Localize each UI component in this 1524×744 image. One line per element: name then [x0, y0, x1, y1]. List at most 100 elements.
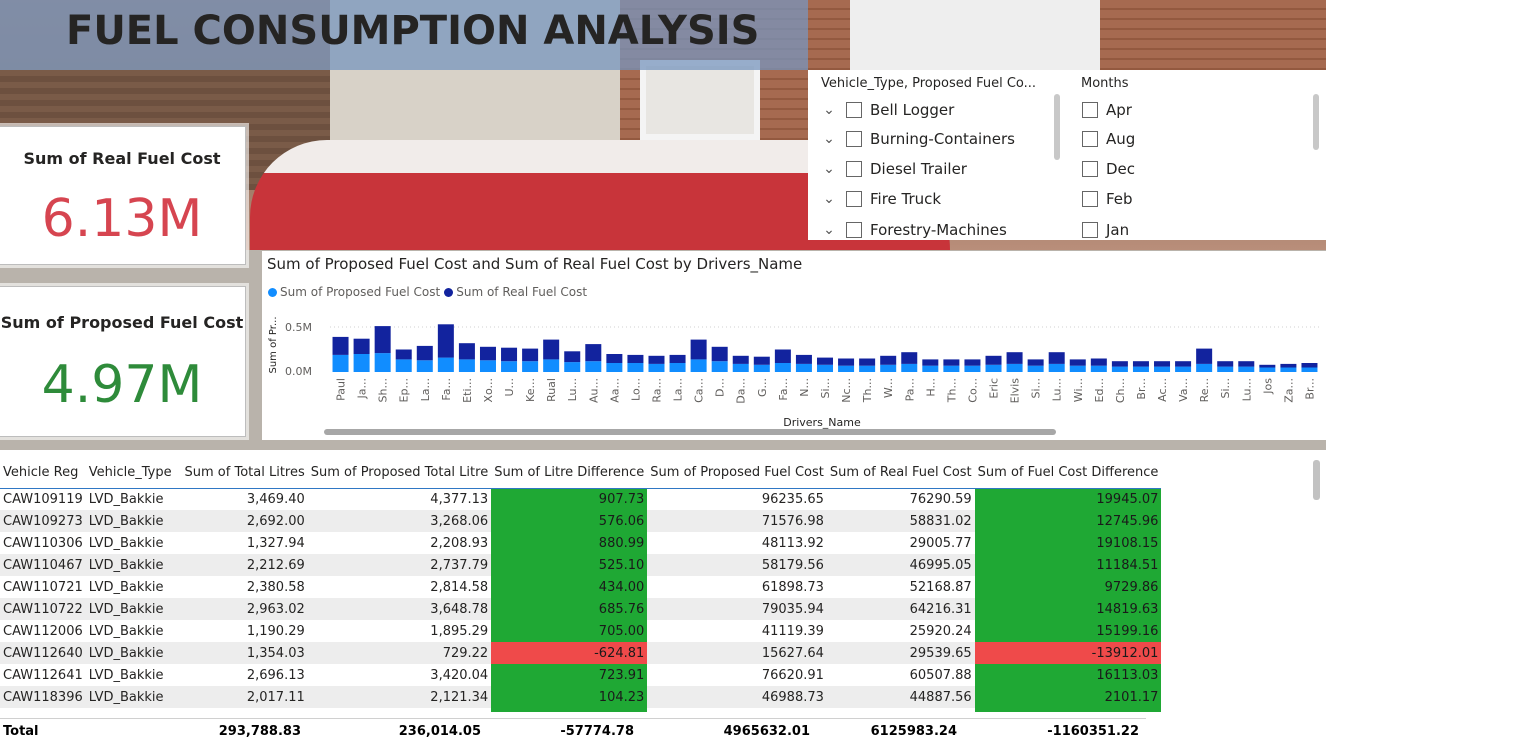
- bar-real[interactable]: [501, 347, 518, 362]
- bar-real[interactable]: [838, 358, 855, 366]
- column-header[interactable]: Vehicle_Type: [85, 458, 180, 489]
- bar-real[interactable]: [1280, 363, 1297, 368]
- bar-real[interactable]: [795, 354, 812, 364]
- chevron-down-icon[interactable]: ⌄: [820, 131, 838, 147]
- bar-proposed[interactable]: [437, 357, 454, 372]
- bar-real[interactable]: [690, 339, 707, 360]
- bar-proposed[interactable]: [585, 361, 602, 372]
- checkbox[interactable]: [846, 161, 862, 177]
- bar-proposed[interactable]: [774, 363, 791, 372]
- bar-real[interactable]: [985, 355, 1002, 365]
- checkbox[interactable]: [1082, 161, 1098, 177]
- slicer-item-apr[interactable]: Apr: [1074, 97, 1132, 123]
- bar-real[interactable]: [1090, 358, 1107, 366]
- column-header[interactable]: Sum of Total Litres: [179, 458, 308, 489]
- bar-real[interactable]: [437, 324, 454, 358]
- bar-real[interactable]: [564, 351, 581, 363]
- column-header[interactable]: Sum of Proposed Fuel Cost: [647, 458, 827, 489]
- column-header[interactable]: Sum of Proposed Total Litre: [307, 458, 492, 489]
- bar-real[interactable]: [332, 336, 349, 355]
- bar-proposed[interactable]: [1069, 365, 1086, 372]
- chevron-down-icon[interactable]: ⌄: [820, 161, 838, 177]
- bar-proposed[interactable]: [838, 365, 855, 372]
- bar-proposed[interactable]: [501, 361, 518, 372]
- bar-real[interactable]: [1069, 359, 1086, 366]
- bar-real[interactable]: [1259, 364, 1276, 368]
- bar-proposed[interactable]: [564, 362, 581, 372]
- bar-proposed[interactable]: [353, 354, 370, 372]
- bar-proposed[interactable]: [627, 363, 644, 372]
- bar-proposed[interactable]: [859, 365, 876, 372]
- checkbox[interactable]: [846, 222, 862, 238]
- bar-real[interactable]: [374, 326, 391, 354]
- bar-proposed[interactable]: [1027, 365, 1044, 372]
- checkbox[interactable]: [846, 102, 862, 118]
- bar-real[interactable]: [753, 356, 770, 365]
- bar-proposed[interactable]: [732, 363, 749, 372]
- table-row[interactable]: CAW109119 LVD_Bakkie 3,469.40 4,377.13 907.7…: [0, 488, 1162, 510]
- bar-real[interactable]: [585, 344, 602, 362]
- bar-proposed[interactable]: [1238, 366, 1255, 372]
- bar-proposed[interactable]: [479, 360, 496, 372]
- bar-real[interactable]: [1048, 352, 1065, 364]
- kpi-card-proposed-fuel-cost[interactable]: Sum of Proposed Fuel Cost 4.97M: [0, 286, 246, 437]
- bar-proposed[interactable]: [1154, 366, 1171, 372]
- table-row[interactable]: CAW110722 LVD_Bakkie 2,963.02 3,648.78 685.7…: [0, 598, 1162, 620]
- bar-proposed[interactable]: [332, 354, 349, 372]
- bar-real[interactable]: [1217, 361, 1234, 367]
- bar-real[interactable]: [648, 355, 665, 364]
- bar-proposed[interactable]: [795, 363, 812, 372]
- bar-real[interactable]: [922, 359, 939, 366]
- checkbox[interactable]: [1082, 102, 1098, 118]
- bar-real[interactable]: [479, 346, 496, 361]
- bar-real[interactable]: [395, 349, 412, 360]
- checkbox[interactable]: [1082, 222, 1098, 238]
- bar-proposed[interactable]: [606, 363, 623, 372]
- slicer-item-diesel-trailer[interactable]: ⌄ Diesel Trailer: [820, 156, 967, 182]
- bar-real[interactable]: [943, 359, 960, 366]
- bar-proposed[interactable]: [816, 364, 834, 372]
- bar-real[interactable]: [711, 346, 728, 362]
- bar-real[interactable]: [1301, 363, 1318, 368]
- bar-proposed[interactable]: [522, 361, 539, 372]
- bar-proposed[interactable]: [690, 359, 707, 372]
- checkbox[interactable]: [1082, 191, 1098, 207]
- checkbox[interactable]: [1082, 131, 1098, 147]
- bar-real[interactable]: [816, 357, 834, 365]
- column-header[interactable]: Sum of Real Fuel Cost: [826, 458, 975, 489]
- bar-real[interactable]: [732, 355, 749, 364]
- bar-real[interactable]: [1196, 348, 1213, 364]
- bar-proposed[interactable]: [711, 361, 728, 372]
- bar-proposed[interactable]: [1132, 366, 1149, 372]
- slicer-item-dec[interactable]: Dec: [1074, 156, 1135, 182]
- table-row[interactable]: CAW112640 LVD_Bakkie 1,354.03 729.22 -624.81…: [0, 642, 1162, 664]
- bar-proposed[interactable]: [1280, 367, 1297, 373]
- chevron-down-icon[interactable]: ⌄: [820, 222, 838, 238]
- table-row[interactable]: CAW112641 LVD_Bakkie 2,696.13 3,420.04 723.9…: [0, 664, 1162, 686]
- bar-real[interactable]: [1132, 361, 1149, 367]
- bar-proposed[interactable]: [901, 363, 918, 372]
- bar-proposed[interactable]: [1090, 365, 1107, 372]
- column-header[interactable]: Sum of Litre Difference: [491, 458, 648, 489]
- table-scrollbar[interactable]: [1313, 460, 1320, 500]
- bar-real[interactable]: [1006, 352, 1023, 364]
- column-header[interactable]: Sum of Fuel Cost Difference: [974, 458, 1162, 489]
- chevron-down-icon[interactable]: ⌄: [820, 191, 838, 207]
- table-row[interactable]: CAW110721 LVD_Bakkie 2,380.58 2,814.58 434.0…: [0, 576, 1162, 598]
- bar-proposed[interactable]: [922, 365, 939, 372]
- bar-real[interactable]: [458, 343, 475, 360]
- bar-real[interactable]: [964, 359, 981, 366]
- bar-real[interactable]: [416, 345, 433, 361]
- bar-proposed[interactable]: [1301, 367, 1318, 373]
- bar-proposed[interactable]: [374, 353, 391, 372]
- bar-proposed[interactable]: [943, 365, 960, 372]
- vehicle-slicer-scrollbar[interactable]: [1054, 94, 1060, 160]
- slicer-item-jan[interactable]: Jan: [1074, 217, 1129, 240]
- kpi-card-real-fuel-cost[interactable]: Sum of Real Fuel Cost 6.13M: [0, 126, 246, 265]
- slicer-item-forestry-machines[interactable]: ⌄ Forestry-Machines: [820, 217, 1007, 240]
- bar-real[interactable]: [1111, 361, 1128, 367]
- months-slicer-scrollbar[interactable]: [1313, 94, 1319, 150]
- bar-proposed[interactable]: [543, 359, 560, 372]
- bar-real[interactable]: [522, 348, 539, 362]
- bar-proposed[interactable]: [753, 364, 770, 372]
